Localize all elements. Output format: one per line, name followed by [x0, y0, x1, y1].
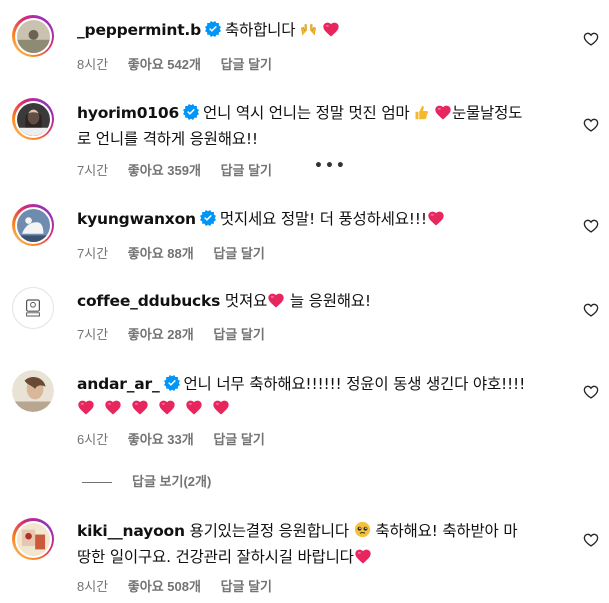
avatar[interactable]	[12, 518, 54, 560]
username[interactable]: _peppermint.b	[77, 21, 201, 39]
heart-row	[77, 399, 230, 417]
red-heart-icon	[435, 105, 451, 120]
red-heart-icon	[186, 400, 202, 415]
comment-text: 용기있는결정 응원합니다	[189, 522, 350, 540]
likes-count[interactable]: 좋아요 33개	[128, 432, 194, 447]
reply-button[interactable]: 답글 달기	[221, 579, 272, 594]
comment-body: andar_ar_ 언니 너무 축하해요!!!!!! 정윤이 동생 생긴다 야호!…	[77, 372, 557, 420]
comment-text: 언니 역시 언니는 정말 멋진 엄마	[203, 104, 410, 122]
view-replies-label[interactable]: 답글 보기(2개)	[132, 474, 211, 489]
red-heart-icon	[105, 400, 121, 415]
like-heart-icon[interactable]	[583, 218, 599, 234]
like-heart-icon[interactable]	[583, 117, 599, 133]
likes-count[interactable]: 좋아요 88개	[128, 246, 194, 261]
reply-button[interactable]: 답글 달기	[213, 432, 264, 447]
verified-badge-icon	[200, 210, 216, 226]
divider-line	[82, 482, 112, 484]
comment-text: 언니 너무 축하해요!!!!!! 정윤이 동생 생긴다 야호!!!!	[183, 375, 526, 393]
raising-hands-icon	[300, 20, 317, 44]
comment-body: kyungwanxon 멋지세요 정말! 더 풍성하세요!!!	[77, 207, 557, 231]
likes-count[interactable]: 좋아요 359개	[128, 163, 201, 178]
reply-button[interactable]: 답글 달기	[221, 163, 272, 178]
likes-count[interactable]: 좋아요 508개	[128, 579, 201, 594]
comment-text: 땅한 일이구요. 건강관리 잘하시길 바랍니다	[77, 548, 354, 566]
red-heart-icon	[428, 211, 444, 226]
comment-text: 늘 응원해요!	[289, 292, 371, 310]
timestamp: 8시간	[77, 579, 109, 594]
comment-meta: 8시간 좋아요 542개 답글 달기	[77, 54, 288, 73]
username[interactable]: hyorim0106	[77, 104, 179, 122]
avatar[interactable]	[12, 204, 54, 246]
like-heart-icon[interactable]	[583, 302, 599, 318]
username[interactable]: kiki__nayoon	[77, 522, 185, 540]
reply-button[interactable]: 답글 달기	[213, 327, 264, 342]
timestamp: 7시간	[77, 163, 109, 178]
verified-badge-icon	[164, 375, 180, 391]
comment-meta: 7시간 좋아요 28개 답글 달기	[77, 324, 281, 343]
username[interactable]: coffee_ddubucks	[77, 292, 220, 310]
like-heart-icon[interactable]	[583, 384, 599, 400]
reply-button[interactable]: 답글 달기	[213, 246, 264, 261]
red-heart-icon	[132, 400, 148, 415]
timestamp: 7시간	[77, 246, 109, 261]
like-heart-icon[interactable]	[583, 31, 599, 47]
comment-body: hyorim0106 언니 역시 언니는 정말 멋진 엄마 눈물날정도 로 언니를…	[77, 101, 557, 151]
verified-badge-icon	[205, 21, 221, 37]
comment-text: 로 언니를 격하게 응원해요!!	[77, 130, 258, 148]
comment-body: kiki__nayoon 용기있는결정 응원합니다 축하해요! 축하받아 마 땅…	[77, 519, 557, 569]
avatar[interactable]	[12, 98, 54, 140]
avatar[interactable]	[12, 370, 54, 412]
comment-text: 멋져요	[224, 292, 268, 310]
comment-meta: 6시간 좋아요 33개 답글 달기	[77, 429, 281, 448]
username[interactable]: andar_ar_	[77, 375, 160, 393]
avatar[interactable]	[12, 15, 54, 57]
comment-text: 눈물날정도	[451, 104, 523, 122]
comment-meta: 8시간 좋아요 508개 답글 달기	[77, 576, 288, 595]
comment-text: 축하해요! 축하받아 마	[375, 522, 518, 540]
red-heart-icon	[268, 293, 284, 308]
red-heart-icon	[355, 549, 371, 564]
pleading-face-icon	[354, 521, 371, 545]
thumbs-up-icon	[414, 103, 429, 127]
red-heart-icon	[213, 400, 229, 415]
comment-meta: 7시간 좋아요 359개 답글 달기	[77, 160, 288, 179]
red-heart-icon	[78, 400, 94, 415]
likes-count[interactable]: 좋아요 28개	[128, 327, 194, 342]
timestamp: 8시간	[77, 57, 109, 72]
comment-body: _peppermint.b 축하합니다	[77, 18, 557, 44]
timestamp: 7시간	[77, 327, 109, 342]
more-options-icon[interactable]: •••	[314, 158, 347, 174]
like-heart-icon[interactable]	[583, 532, 599, 548]
timestamp: 6시간	[77, 432, 109, 447]
comment-text: 멋지세요 정말! 더 풍성하세요!!!	[219, 210, 427, 228]
comment-body: coffee_ddubucks 멋져요 늘 응원해요!	[77, 289, 557, 313]
username[interactable]: kyungwanxon	[77, 210, 196, 228]
avatar[interactable]	[12, 287, 54, 329]
red-heart-icon	[323, 22, 339, 37]
view-replies-button[interactable]: 답글 보기(2개)	[82, 471, 211, 490]
verified-badge-icon	[183, 104, 199, 120]
comment-text: 축하합니다	[225, 21, 296, 39]
reply-button[interactable]: 답글 달기	[221, 57, 272, 72]
likes-count[interactable]: 좋아요 542개	[128, 57, 201, 72]
red-heart-icon	[159, 400, 175, 415]
comment-meta: 7시간 좋아요 88개 답글 달기	[77, 243, 281, 262]
